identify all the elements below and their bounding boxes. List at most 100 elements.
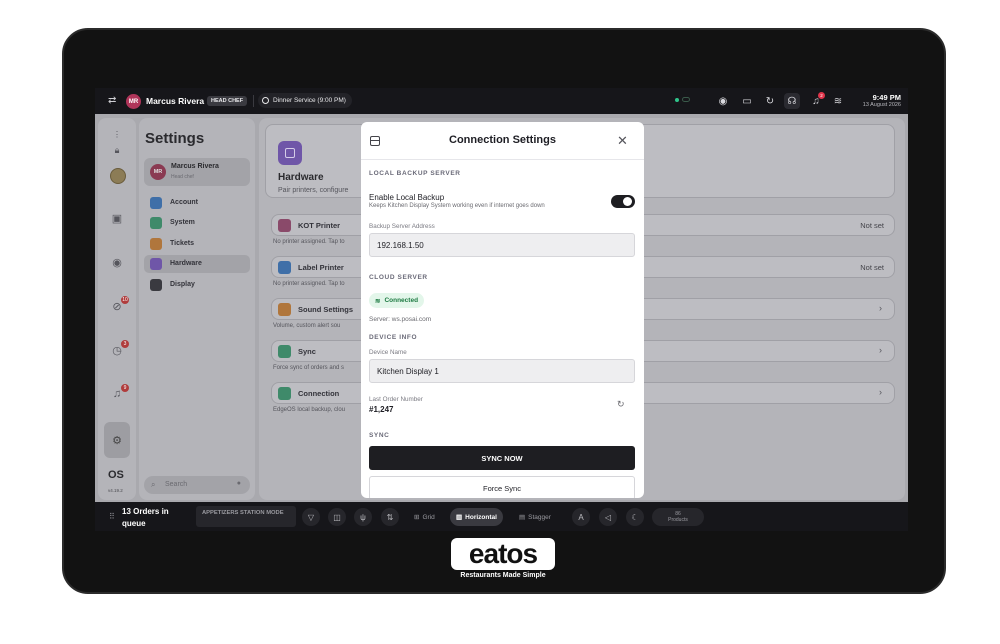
- grid-icon: ⊞: [414, 514, 420, 521]
- hidden-count-badge: 10: [121, 296, 129, 304]
- clock-date: 13 August 2026: [862, 102, 901, 108]
- row-description: No printer assigned. Tap to: [273, 239, 345, 245]
- bottom-bar: ⠿ 13 Orders in queue APPETIZERS STATION …: [95, 502, 908, 531]
- row-label: KOT Printer: [298, 221, 341, 230]
- sidebar-item-tickets[interactable]: Tickets: [144, 235, 250, 253]
- section-device-info: DEVICE INFO: [369, 334, 418, 341]
- chevron-right-icon: ›: [879, 303, 882, 313]
- row-description: EdgeOS local backup, clou: [273, 407, 346, 413]
- search-input[interactable]: Search: [165, 481, 187, 488]
- sidebar-item-label: Account: [170, 199, 198, 206]
- sidebar-item-label: System: [170, 219, 195, 226]
- ai-assistant-icon[interactable]: ◉: [715, 93, 731, 109]
- tickets-icon: [150, 238, 162, 250]
- system-icon: [150, 217, 162, 229]
- enable-local-backup-help: Keeps Kitchen Display System working eve…: [369, 203, 545, 209]
- columns-icon: ▥: [456, 514, 463, 521]
- row-description: No printer assigned. Tap to: [273, 281, 345, 287]
- headset-icon[interactable]: ☊: [784, 93, 800, 109]
- layout-grid-button[interactable]: ⊞ Grid: [408, 508, 441, 526]
- status-dot-icon: [675, 97, 679, 102]
- layout-stagger-button[interactable]: ▤ Stagger: [513, 508, 557, 526]
- row-value: Not set: [860, 221, 884, 230]
- layout-label: Stagger: [528, 513, 551, 521]
- user-avatar[interactable]: MR: [126, 94, 141, 109]
- chevron-right-icon: ›: [879, 345, 882, 355]
- row-value: Not set: [860, 263, 884, 272]
- device-name-label: Device Name: [369, 349, 407, 356]
- orders-in-queue: 13 Orders in queue: [122, 507, 169, 528]
- connection-status: [675, 97, 690, 102]
- display-icon: [150, 279, 162, 291]
- sync-icon: [278, 345, 291, 358]
- display-icon[interactable]: ▣: [109, 210, 125, 226]
- translate-icon[interactable]: A: [572, 508, 590, 526]
- os-label: OS: [108, 469, 124, 481]
- last-order-label: Last Order Number: [369, 396, 423, 403]
- volume-icon[interactable]: ◁: [599, 508, 617, 526]
- products-counter[interactable]: 86 Products: [652, 508, 704, 526]
- sidebar-item-display[interactable]: Display: [144, 276, 250, 294]
- row-label: Sync: [298, 347, 316, 356]
- search-icon: ⌕: [151, 480, 156, 489]
- hardware-chip-icon: [278, 141, 302, 165]
- sort-icon[interactable]: ⇅: [381, 508, 399, 526]
- force-sync-button[interactable]: Force Sync: [369, 476, 635, 498]
- battery-icon: ▭: [742, 95, 752, 107]
- sidebar-item-hardware[interactable]: Hardware: [144, 255, 250, 273]
- service-label: Dinner Service (9:00 PM): [273, 97, 346, 104]
- backup-address-input[interactable]: 192.168.1.50: [369, 233, 635, 257]
- sidebar-item-account[interactable]: Account: [144, 194, 250, 212]
- sidebar-item-label: Hardware: [170, 260, 202, 267]
- role-badge: HEAD CHEF: [207, 96, 248, 106]
- chevron-right-icon: ›: [879, 387, 882, 397]
- wifi-icon: ≋: [833, 95, 843, 107]
- layout-horizontal-button[interactable]: ▥ Horizontal: [450, 508, 503, 526]
- device-name-input[interactable]: Kitchen Display 1: [369, 359, 635, 383]
- switch-user-icon[interactable]: ⇄: [108, 95, 116, 106]
- close-icon[interactable]: ✕: [617, 133, 628, 149]
- lock-icon[interactable]: 🔒︎: [109, 142, 125, 158]
- refresh-icon[interactable]: ↻: [762, 93, 778, 109]
- service-selector[interactable]: Dinner Service (9:00 PM): [258, 93, 352, 108]
- clock-icon: [262, 97, 269, 104]
- alerts-count-badge: 9: [121, 384, 129, 392]
- refresh-icon[interactable]: ↻: [617, 399, 625, 410]
- wifi-icon: ≋: [375, 297, 381, 305]
- history-count-badge: 3: [121, 340, 129, 348]
- account-icon: [150, 197, 162, 209]
- bag-icon[interactable]: ◫: [328, 508, 346, 526]
- section-cloud-server: CLOUD SERVER: [369, 274, 428, 281]
- restaurant-logo: [110, 168, 126, 184]
- settings-user-card[interactable]: MR Marcus Rivera Head chef: [144, 158, 250, 186]
- settings-panel: Settings MR Marcus Rivera Head chef Acco…: [139, 118, 255, 500]
- settings-gear-icon[interactable]: ⚙: [104, 422, 130, 458]
- utensils-icon[interactable]: ψ: [354, 508, 372, 526]
- brand-tagline: Restaurants Made Simple: [460, 572, 546, 579]
- grip-icon: ⋮: [113, 129, 121, 139]
- speaker-icon: [278, 303, 291, 316]
- stagger-icon: ▤: [519, 514, 526, 521]
- microphone-icon[interactable]: ●: [237, 480, 241, 487]
- row-label: Sound Settings: [298, 305, 353, 314]
- sidebar-item-system[interactable]: System: [144, 214, 250, 232]
- settings-search[interactable]: ⌕ Search ●: [144, 476, 250, 494]
- backup-address-label: Backup Server Address: [369, 223, 435, 230]
- enable-local-backup-toggle[interactable]: [611, 195, 635, 208]
- grip-icon[interactable]: ⠿: [109, 512, 115, 521]
- eye-icon[interactable]: ◉: [109, 254, 125, 270]
- notification-count-badge: 2: [818, 92, 825, 99]
- station-mode-selector[interactable]: APPETIZERS STATION MODE: [196, 506, 296, 527]
- sidebar-item-label: Display: [170, 281, 195, 288]
- section-local-backup: LOCAL BACKUP SERVER: [369, 170, 461, 177]
- moon-icon[interactable]: ☾: [626, 508, 644, 526]
- cloud-status-text: Connected: [384, 297, 419, 304]
- filter-icon[interactable]: ▽: [302, 508, 320, 526]
- brand-wordmark: eatos: [451, 538, 555, 570]
- clock-time: 9:49 PM: [872, 93, 901, 102]
- products-label: Products: [668, 517, 688, 523]
- layout-label: Horizontal: [465, 513, 497, 521]
- section-sync: SYNC: [369, 432, 390, 439]
- sync-now-button[interactable]: SYNC NOW: [369, 446, 635, 470]
- connection-settings-modal: Connection Settings ✕ LOCAL BACKUP SERVE…: [361, 122, 644, 498]
